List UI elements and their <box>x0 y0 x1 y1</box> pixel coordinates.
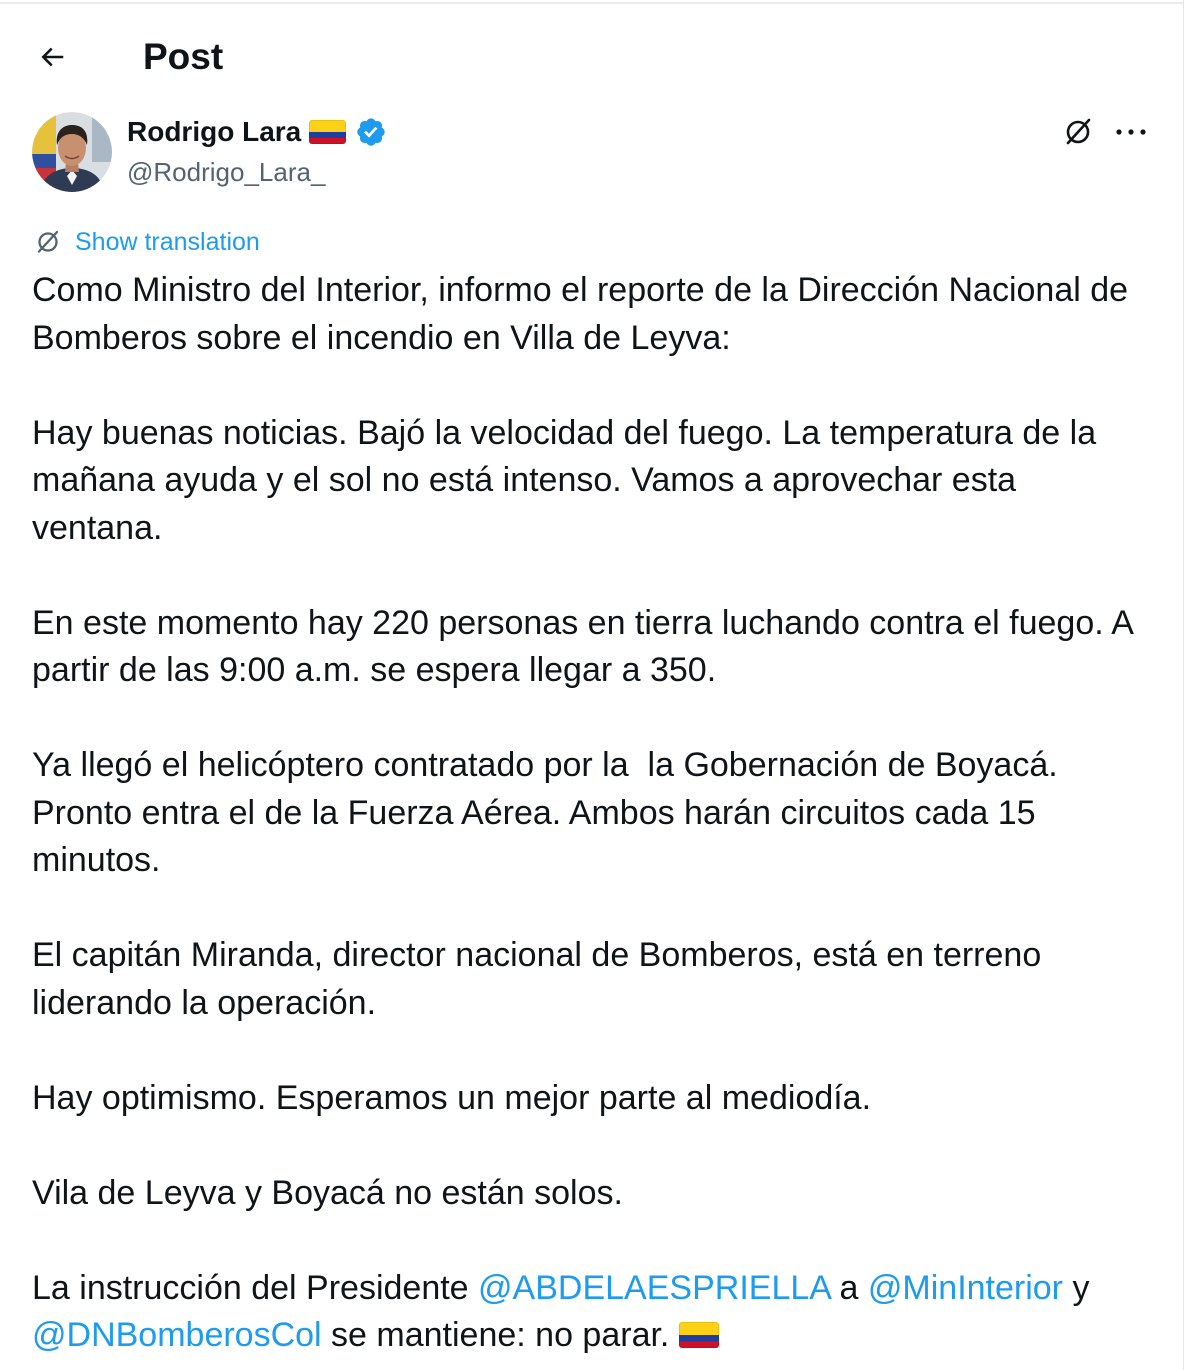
more-dots-icon <box>1116 129 1146 135</box>
post-paragraph: Ya llegó el helicóptero contratado por l… <box>32 742 1172 885</box>
post-paragraph: Hay buenas noticias. Bajó la velocidad d… <box>32 410 1172 553</box>
arrow-left-icon <box>41 47 64 67</box>
post-text-line: Vila de Leyva y Boyacá no están solos. <box>32 1173 623 1212</box>
top-divider <box>0 2 1184 4</box>
colombia-flag-icon <box>678 1322 719 1348</box>
mention-abdelaespriella-link[interactable]: @ABDELAESPRIELLA <box>478 1269 830 1307</box>
text-segment: a <box>830 1268 868 1307</box>
page-title: Post <box>143 36 224 77</box>
post-text-line: Como Ministro del Interior, informo el r… <box>32 271 1129 309</box>
more-options-button[interactable] <box>1114 118 1148 146</box>
post-text-line: liderando la operación. <box>32 983 377 1022</box>
post-text-line: Hay optimismo. Esperamos un mejor parte … <box>32 1078 872 1117</box>
post-text: Como Ministro del Interior, informo el r… <box>32 267 1172 1360</box>
post-text-line: ventana. <box>32 508 163 547</box>
text-segment: La instrucción del Presidente <box>32 1268 479 1307</box>
grok-translate-icon <box>37 230 59 253</box>
post-text-line: El capitán Miranda, director nacional de… <box>32 936 1042 974</box>
verified-badge-icon[interactable] <box>355 116 387 148</box>
author-name[interactable]: Rodrigo Lara <box>127 113 301 151</box>
post-text-line: @DNBomberosCol se mantiene: no parar. <box>32 1312 1172 1360</box>
post-paragraph-closing: La instrucción del Presidente @ABDELAESP… <box>32 1265 1172 1360</box>
show-translation-label[interactable]: Show translation <box>75 226 260 258</box>
text-segment: y <box>1063 1268 1090 1307</box>
post-paragraph: Vila de Leyva y Boyacá no están solos. <box>32 1170 1172 1218</box>
post-paragraph: En este momento hay 220 personas en tier… <box>32 600 1172 695</box>
back-button[interactable] <box>36 41 68 73</box>
post-paragraph: Como Ministro del Interior, informo el r… <box>32 267 1172 362</box>
post-paragraph: Hay optimismo. Esperamos un mejor parte … <box>32 1075 1172 1123</box>
grok-icon <box>1066 118 1091 145</box>
post-text-line: Bomberos sobre el incendio en Villa de L… <box>32 318 731 357</box>
author-name-row: Rodrigo Lara <box>127 113 387 151</box>
colombia-flag-icon <box>309 120 347 144</box>
author-handle[interactable]: @Rodrigo_Lara_ <box>127 155 325 189</box>
mention-mininterior-link[interactable]: @MinInterior <box>868 1269 1063 1307</box>
post-text-line: minutos. <box>32 841 161 879</box>
post-paragraph: El capitán Miranda, director nacional de… <box>32 932 1172 1027</box>
mention-dnbomberoscol-link[interactable]: @DNBomberosCol <box>32 1316 322 1354</box>
text-segment: se mantiene: no parar. <box>321 1316 679 1354</box>
post-text-line: La instrucción del Presidente @ABDELAESP… <box>32 1265 1172 1313</box>
avatar-image <box>32 112 112 192</box>
post-text-line: partir de las 9:00 a.m. se espera llegar… <box>32 651 717 689</box>
post-text-line: Ya llegó el helicóptero contratado por l… <box>32 746 1058 784</box>
post-text-line: mañana ayuda y el sol no está intenso. V… <box>32 461 1017 499</box>
right-divider <box>1183 0 1184 1370</box>
avatar[interactable] <box>32 112 112 192</box>
post-text-line: En este momento hay 220 personas en tier… <box>32 603 1134 642</box>
grok-button[interactable] <box>1061 115 1095 149</box>
show-translation-link[interactable]: Show translation <box>34 226 260 258</box>
post-text-line: Hay buenas noticias. Bajó la velocidad d… <box>32 413 1097 452</box>
post-text-line: Pronto entra el de la Fuerza Aérea. Ambo… <box>32 793 1036 832</box>
